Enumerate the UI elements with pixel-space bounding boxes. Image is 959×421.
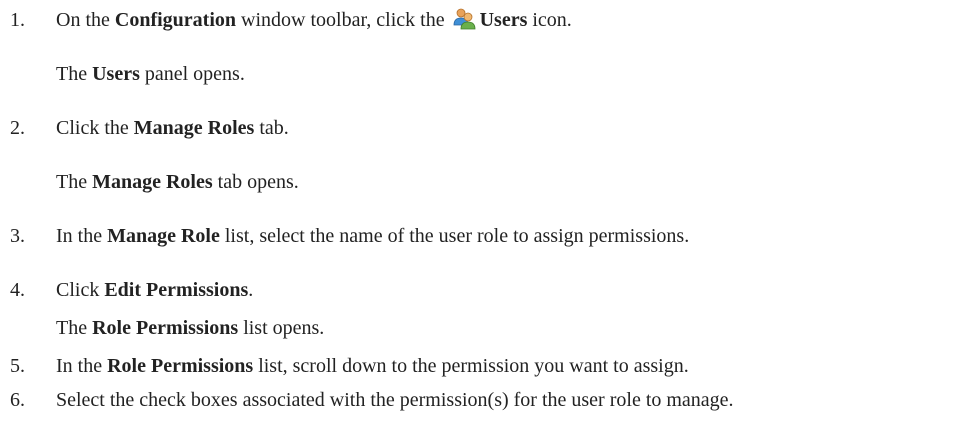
users-icon: [452, 8, 476, 30]
ui-term: Edit Permissions: [104, 279, 249, 301]
step-text: On the Configuration window toolbar, cli…: [56, 8, 572, 31]
step-number: 6.: [10, 389, 25, 411]
step-number: 2.: [10, 117, 25, 139]
ui-term: Manage Role: [107, 225, 220, 247]
step-text: Click Edit Permissions.: [56, 279, 254, 301]
ui-term: Role Permissions: [107, 355, 254, 377]
step-number: 4.: [10, 279, 25, 301]
ui-term: Role Permissions: [92, 317, 239, 339]
ui-term: Manage Roles: [133, 117, 255, 139]
step-number: 1.: [10, 9, 25, 31]
step-text: In the Manage Role list, select the name…: [56, 225, 690, 247]
step-text: In the Role Permissions list, scroll dow…: [56, 355, 689, 377]
ui-term: Manage Roles: [92, 171, 213, 193]
step-text: Select the check boxes associated with t…: [56, 389, 734, 411]
ui-term: Users: [479, 9, 528, 31]
step-number: 3.: [10, 225, 25, 247]
step-number: 5.: [10, 355, 25, 377]
ui-term: Configuration: [114, 9, 237, 31]
step-text: Click the Manage Roles tab.: [56, 117, 289, 139]
ui-term: Users: [92, 63, 140, 85]
